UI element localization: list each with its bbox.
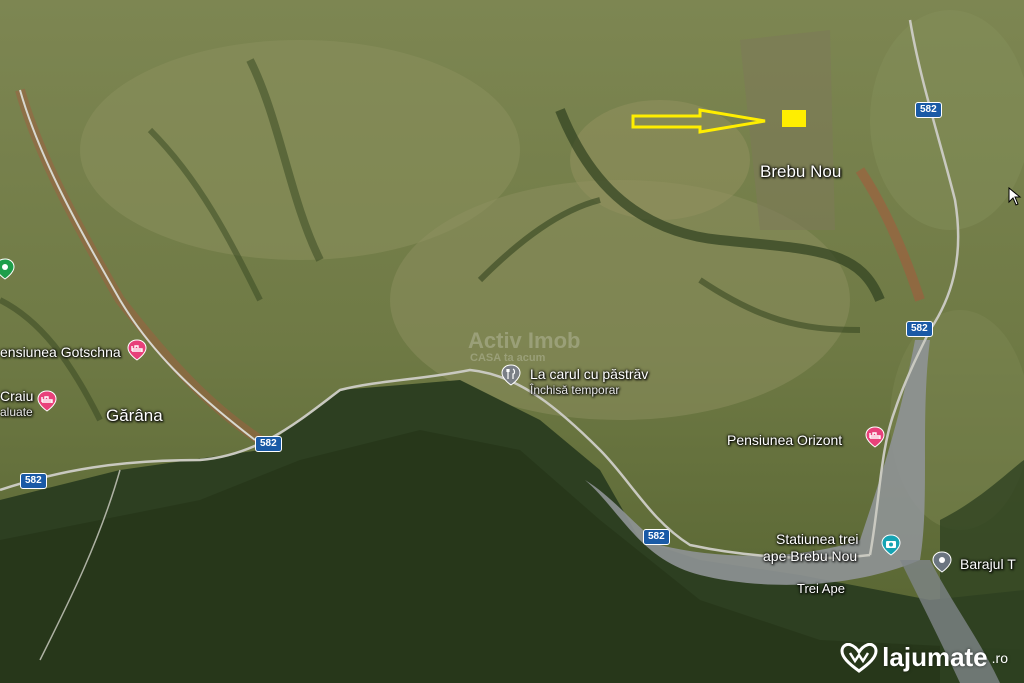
mouse-cursor-icon	[1008, 187, 1022, 206]
road-shield-582-c: 582	[255, 436, 282, 452]
label-la-carul[interactable]: La carul cu păstrăv	[530, 367, 648, 381]
road-shield-582-e: 582	[643, 529, 670, 545]
road-shield-582-b: 582	[906, 321, 933, 337]
location-pin-icon-barajul[interactable]	[931, 551, 953, 573]
watermark: Activ Imob	[468, 328, 580, 354]
hotel-pin-icon-gotschna[interactable]	[126, 339, 148, 361]
restaurant-pin-icon[interactable]	[500, 364, 522, 386]
label-craiu[interactable]: Craiu	[0, 389, 33, 403]
label-garana[interactable]: Gărâna	[106, 407, 163, 424]
label-la-carul-status: Închisă temporar	[530, 383, 620, 397]
watermark-main: Activ Imob	[468, 328, 581, 353]
brand-heart-icon	[840, 642, 878, 673]
label-trei-ape[interactable]: Trei Ape	[797, 582, 845, 595]
hotel-pin-icon-craiu[interactable]	[36, 390, 58, 412]
highlight-marker	[782, 110, 806, 127]
label-statiunea-line1[interactable]: Statiunea trei	[776, 532, 859, 546]
brand-logo: lajumate .ro	[840, 642, 1008, 673]
label-pensiunea-gotschna[interactable]: ensiunea Gotschna	[0, 345, 121, 359]
hotel-pin-icon-orizont[interactable]	[864, 426, 886, 448]
label-barajul[interactable]: Barajul T	[960, 557, 1016, 571]
brand-tld: .ro	[991, 649, 1008, 666]
road-shield-582-d: 582	[20, 473, 47, 489]
park-pin-icon[interactable]	[0, 258, 16, 280]
label-statiunea-line2[interactable]: ape Brebu Nou	[763, 549, 857, 563]
watermark-sub: CASA ta acum	[470, 352, 546, 364]
road-shield-582-a: 582	[915, 102, 942, 118]
brand-name: lajumate	[882, 642, 988, 672]
camera-pin-icon[interactable]	[880, 534, 902, 556]
label-pensiunea-orizont[interactable]: Pensiunea Orizont	[727, 433, 842, 447]
label-craiu-sub: aluate	[0, 405, 33, 419]
label-brebu-nou[interactable]: Brebu Nou	[760, 163, 841, 180]
